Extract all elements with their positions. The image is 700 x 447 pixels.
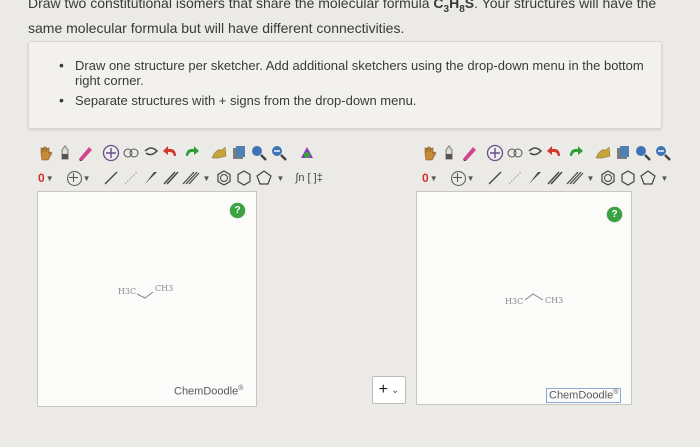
zoom-out-icon[interactable]	[654, 144, 672, 162]
help-icon[interactable]: ?	[607, 207, 622, 222]
question-line-2: same molecular formula but will have dif…	[28, 19, 405, 36]
formula-c: C	[433, 0, 444, 11]
double-bond-icon[interactable]	[162, 169, 180, 187]
ring-icon[interactable]	[102, 144, 120, 162]
clean-icon[interactable]	[594, 144, 612, 162]
hexagon-icon[interactable]	[235, 169, 253, 187]
molecule-left-label: H3C	[505, 297, 524, 306]
charge-value[interactable]: 0	[422, 171, 429, 185]
hexagon-icon[interactable]	[619, 169, 637, 187]
chevron-down-icon[interactable]: ▼	[83, 174, 91, 183]
chemdoodle-brand-mark: ®	[238, 385, 244, 392]
question-line-1: Draw two constitutional isomers that sha…	[28, 0, 688, 19]
copy-icon[interactable]	[614, 144, 632, 162]
question-intro: Draw two constitutional isomers that sha…	[28, 0, 434, 11]
pentagon-icon[interactable]	[639, 169, 657, 187]
charge-value[interactable]: 0	[38, 171, 45, 185]
chevron-down-icon[interactable]: ▼	[203, 174, 211, 183]
redo-icon[interactable]	[182, 144, 200, 162]
formula-s: S	[464, 0, 475, 11]
pencil-icon[interactable]	[460, 144, 478, 162]
sketcher-2-toolbar-bottom: 0 ▼ ▼ ▼ ▼	[418, 165, 673, 191]
chemdoodle-brand-name: ChemDoodle	[549, 389, 614, 402]
molecule-left-label: H3C	[118, 287, 137, 296]
redo-icon[interactable]	[566, 144, 584, 162]
clean-icon[interactable]	[210, 144, 228, 162]
wedge-bond-icon[interactable]	[142, 169, 160, 187]
hand-icon[interactable]	[420, 144, 438, 162]
template-label[interactable]: ∫n [ ]‡	[295, 172, 322, 184]
undo-icon[interactable]	[162, 144, 180, 162]
pencil-icon[interactable]	[76, 144, 94, 162]
ring-icon[interactable]	[486, 144, 504, 162]
instruction-item: Draw one structure per sketcher. Add add…	[59, 58, 659, 88]
eraser-icon[interactable]	[56, 144, 74, 162]
chain-icon[interactable]	[506, 144, 524, 162]
lasso-icon[interactable]	[526, 144, 544, 162]
chain-icon[interactable]	[122, 144, 140, 162]
sketcher-1-toolbar-top	[36, 140, 318, 166]
eraser-icon[interactable]	[440, 144, 458, 162]
molecule-bond-drawing	[524, 293, 544, 301]
hash-bond-icon[interactable]	[122, 169, 140, 187]
chevron-down-icon: ⌄	[390, 384, 400, 396]
separator-value: +	[378, 381, 388, 398]
zoom-in-icon[interactable]	[250, 144, 268, 162]
molecule-right-label: CH3	[545, 296, 564, 305]
formula-h: H	[449, 0, 460, 11]
chevron-down-icon[interactable]: ▼	[467, 174, 475, 183]
zoom-in-icon[interactable]	[634, 144, 652, 162]
sketcher-2-canvas[interactable]: ? H3C CH3 ChemDoodle®	[416, 191, 632, 405]
question-text: Draw two constitutional isomers that sha…	[28, 0, 688, 37]
molecule-right-label: CH3	[155, 284, 174, 293]
chevron-down-icon[interactable]: ▼	[430, 174, 438, 183]
sketcher-1-canvas[interactable]: ? H3C CH3 ChemDoodle®	[37, 191, 257, 407]
double-bond-icon[interactable]	[546, 169, 564, 187]
molecule-bond-drawing	[136, 291, 154, 299]
zoom-out-icon[interactable]	[270, 144, 288, 162]
sketcher-1-toolbar-bottom: 0 ▼ ▼ ▼ ▼ ∫n [ ]‡	[34, 165, 323, 191]
atom-icon[interactable]	[298, 144, 316, 162]
question-outro: . Your structures will have the	[474, 0, 657, 11]
single-bond-icon[interactable]	[102, 169, 120, 187]
triple-bond-icon[interactable]	[182, 169, 200, 187]
sketcher-2-toolbar-top	[420, 140, 674, 166]
triple-bond-icon[interactable]	[566, 169, 584, 187]
single-bond-icon[interactable]	[486, 169, 504, 187]
pentagon-icon[interactable]	[255, 169, 273, 187]
instructions-list: Draw one structure per sketcher. Add add…	[59, 58, 659, 113]
chemdoodle-brand: ChemDoodle®	[546, 388, 622, 403]
chevron-down-icon[interactable]: ▼	[587, 174, 595, 183]
separator-select[interactable]: + ⌄	[372, 376, 406, 404]
lasso-icon[interactable]	[142, 144, 160, 162]
hash-bond-icon[interactable]	[506, 169, 524, 187]
copy-icon[interactable]	[230, 144, 248, 162]
chemdoodle-brand-name: ChemDoodle	[174, 385, 239, 398]
chevron-down-icon[interactable]: ▼	[660, 174, 668, 183]
hand-icon[interactable]	[36, 144, 54, 162]
chemdoodle-brand-mark: ®	[613, 389, 619, 396]
help-icon[interactable]: ?	[230, 203, 245, 218]
instructions-box: Draw one structure per sketcher. Add add…	[28, 41, 662, 129]
benzene-icon[interactable]	[599, 169, 617, 187]
add-charge-icon[interactable]	[66, 170, 82, 186]
instruction-item: Separate structures with + signs from th…	[59, 93, 659, 108]
chevron-down-icon[interactable]: ▼	[276, 174, 284, 183]
benzene-icon[interactable]	[215, 169, 233, 187]
wedge-bond-icon[interactable]	[526, 169, 544, 187]
chemdoodle-brand: ChemDoodle®	[174, 385, 243, 398]
undo-icon[interactable]	[546, 144, 564, 162]
add-charge-icon[interactable]	[450, 170, 466, 186]
chevron-down-icon[interactable]: ▼	[46, 174, 54, 183]
